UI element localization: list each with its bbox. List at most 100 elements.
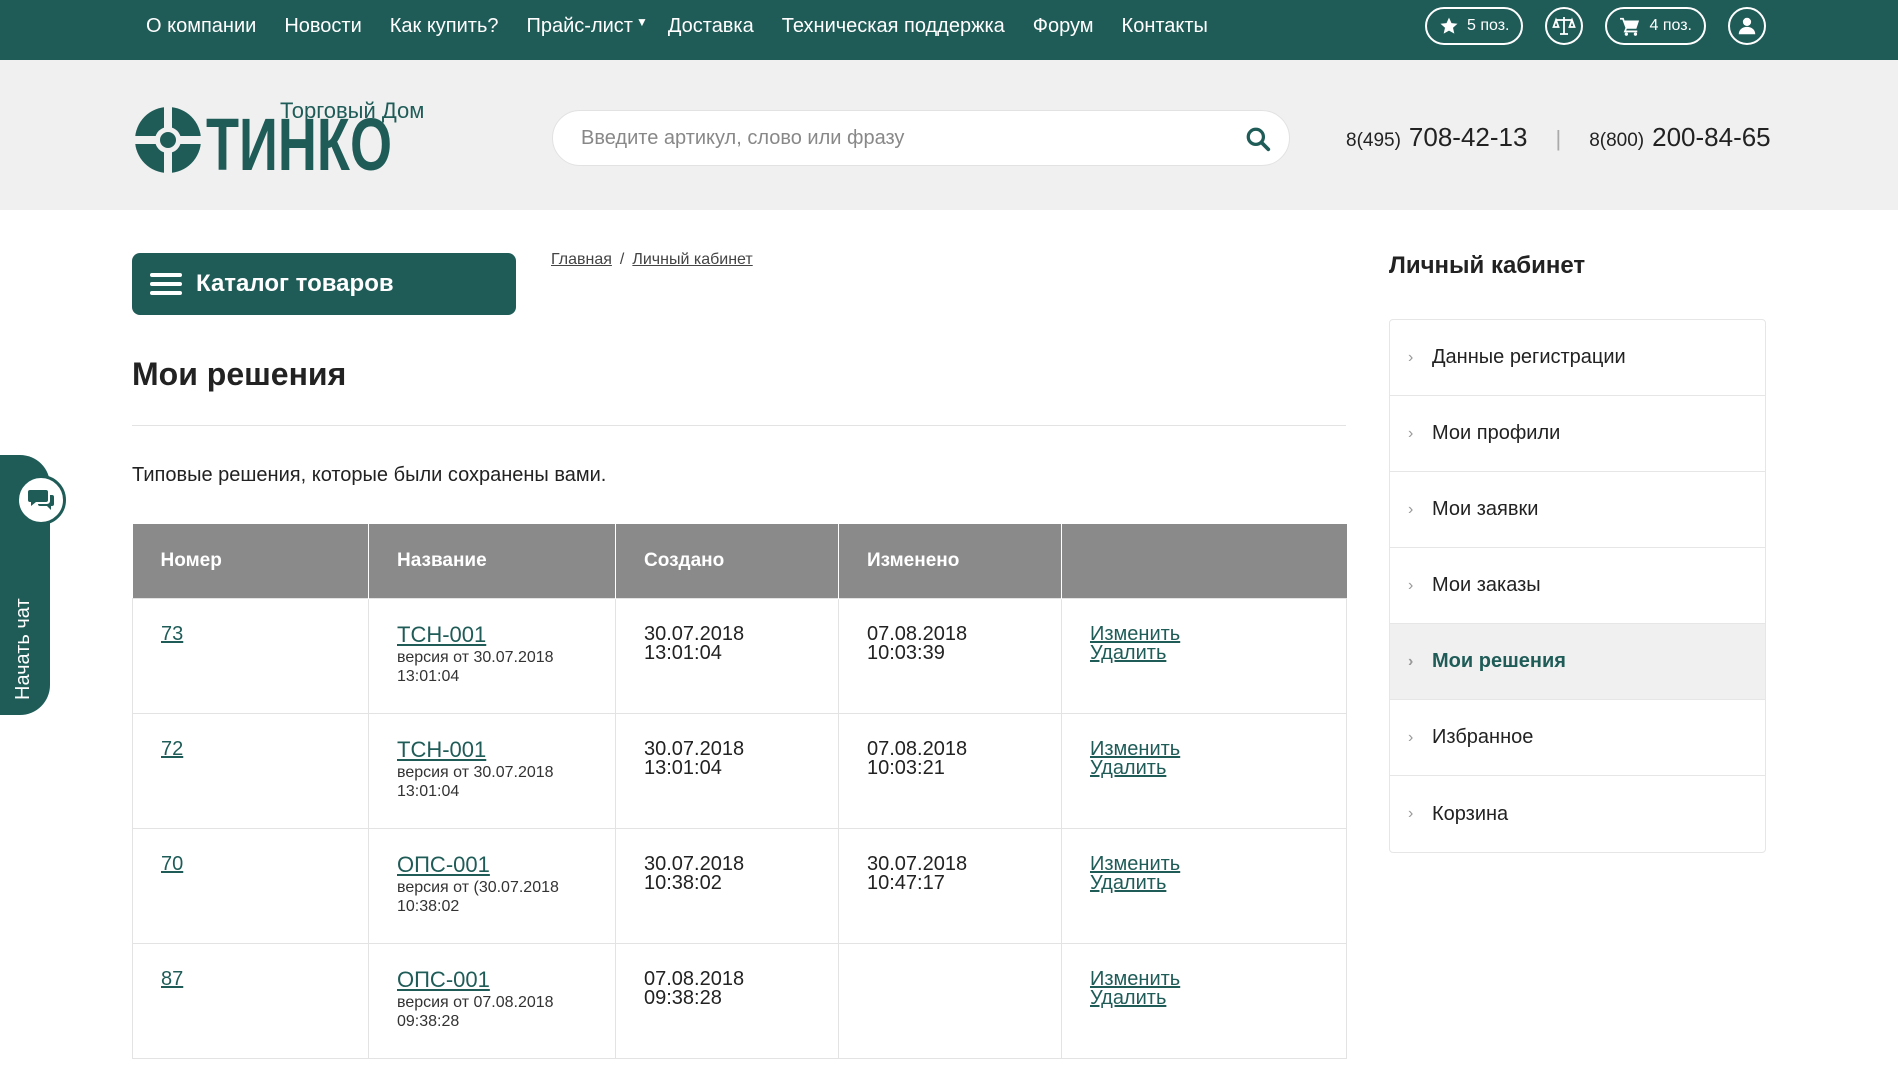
- chevron-right-icon: ›: [1408, 652, 1414, 670]
- cell-created: 07.08.2018 09:38:28: [615, 942, 839, 1059]
- cell-name: ОПС-001 версия от 07.08.2018 09:38:28: [368, 942, 616, 1059]
- delete-link[interactable]: Удалить: [1090, 873, 1346, 893]
- modified-time: 10:03:21: [867, 756, 945, 779]
- catalog-button[interactable]: Каталог товаров: [132, 253, 516, 315]
- page-title: Мои решения: [132, 356, 347, 392]
- solution-number-link[interactable]: 72: [161, 738, 183, 760]
- phone2-number[interactable]: 200-84-65: [1652, 122, 1771, 153]
- sidebar-item-cart[interactable]: › Корзина: [1390, 776, 1765, 852]
- search-button[interactable]: [1243, 124, 1273, 154]
- delete-link[interactable]: Удалить: [1090, 758, 1346, 778]
- cell-created: 30.07.2018 13:01:04: [615, 712, 839, 829]
- edit-link[interactable]: Изменить: [1090, 969, 1346, 989]
- favorites-count: 5 поз.: [1466, 17, 1510, 34]
- version-text: версия от 30.07.2018: [397, 763, 554, 781]
- version-text: версия от 30.07.2018: [397, 648, 554, 666]
- edit-link[interactable]: Изменить: [1090, 739, 1346, 759]
- top-nav: О компании Новости Как купить? Прайс-лис…: [146, 0, 1236, 52]
- edit-link[interactable]: Изменить: [1090, 624, 1346, 644]
- chevron-right-icon: ›: [1408, 576, 1414, 594]
- top-bar: О компании Новости Как купить? Прайс-лис…: [0, 0, 1898, 60]
- sidebar-item-label: Данные регистрации: [1432, 346, 1626, 368]
- sidebar-item-favorites[interactable]: › Избранное: [1390, 700, 1765, 776]
- col-created-header: Создано: [615, 524, 839, 598]
- nav-about[interactable]: О компании: [146, 15, 256, 38]
- cart-count: 4 поз.: [1649, 17, 1692, 34]
- col-modified-header: Изменено: [838, 524, 1062, 598]
- site-header: ТИНКО Торговый Дом 8(495) 708-42-13 | 8(…: [0, 60, 1898, 210]
- logo-subtitle: Торговый Дом: [280, 98, 425, 123]
- solution-name-link[interactable]: ОПС-001: [397, 968, 490, 990]
- chevron-right-icon: ›: [1408, 728, 1414, 746]
- phone1-number[interactable]: 708-42-13: [1409, 122, 1528, 153]
- solution-number-link[interactable]: 73: [161, 623, 183, 645]
- cell-modified: 07.08.2018 10:03:21: [838, 712, 1062, 829]
- favorites-button[interactable]: 5 поз.: [1424, 7, 1524, 45]
- solution-name-link[interactable]: ТСН-001: [397, 738, 486, 760]
- table-row: 70 ОПС-001 версия от (30.07.2018 10:38:0…: [132, 827, 1347, 944]
- sidebar-item-requests[interactable]: › Мои заявки: [1390, 472, 1765, 548]
- sidebar-item-profiles[interactable]: › Мои профили: [1390, 396, 1765, 472]
- logo[interactable]: ТИНКО Торговый Дом: [132, 98, 432, 178]
- cell-name: ОПС-001 версия от (30.07.2018 10:38:02: [368, 827, 616, 944]
- compare-button[interactable]: [1545, 7, 1584, 45]
- phones: 8(495) 708-42-13 | 8(800) 200-84-65: [1346, 122, 1771, 153]
- phone1-code: 8(495): [1346, 130, 1401, 151]
- breadcrumb-home[interactable]: Главная: [551, 251, 612, 269]
- user-icon: [1738, 17, 1756, 35]
- cell-number: 72: [132, 712, 369, 829]
- solution-name-link[interactable]: ОПС-001: [397, 853, 490, 875]
- version-time: 13:01:04: [397, 782, 460, 800]
- search-input[interactable]: [581, 111, 1221, 165]
- sidebar-item-label: Мои решения: [1432, 650, 1566, 672]
- phone2-code: 8(800): [1589, 130, 1645, 151]
- nav-contacts[interactable]: Контакты: [1122, 15, 1208, 38]
- nav-support[interactable]: Техническая поддержка: [782, 15, 1005, 38]
- star-icon: [1440, 17, 1458, 34]
- nav-price-list[interactable]: Прайс-лист ▼: [527, 15, 648, 38]
- cell-actions: Изменить Удалить: [1061, 942, 1347, 1059]
- delete-link[interactable]: Удалить: [1090, 643, 1346, 663]
- search-icon: [1246, 127, 1271, 152]
- modified-date: 07.08.2018: [867, 622, 968, 645]
- delete-link[interactable]: Удалить: [1090, 988, 1346, 1008]
- created-date: 07.08.2018: [644, 967, 745, 990]
- top-actions: 5 поз. 4 поз.: [1403, 7, 1766, 45]
- cell-actions: Изменить Удалить: [1061, 827, 1347, 944]
- account-button[interactable]: [1728, 7, 1766, 45]
- nav-how-to-buy[interactable]: Как купить?: [390, 15, 499, 38]
- chat-icon: [16, 475, 66, 525]
- col-number-header: Номер: [132, 524, 369, 598]
- breadcrumb-separator: /: [619, 251, 625, 268]
- cell-created: 30.07.2018 13:01:04: [615, 597, 839, 714]
- breadcrumb: Главная / Личный кабинет: [551, 251, 753, 269]
- sidebar-menu: › Данные регистрации › Мои профили › Мои за…: [1389, 319, 1766, 853]
- solution-number-link[interactable]: 87: [161, 968, 183, 990]
- sidebar-item-solutions[interactable]: › Мои решения: [1390, 624, 1765, 700]
- created-date: 30.07.2018: [644, 852, 745, 875]
- table-row: 72 ТСН-001 версия от 30.07.2018 13:01:04…: [132, 712, 1347, 829]
- solution-name-link[interactable]: ТСН-001: [397, 623, 486, 645]
- solution-number-link[interactable]: 70: [161, 853, 183, 875]
- edit-link[interactable]: Изменить: [1090, 854, 1346, 874]
- version-time: 10:38:02: [397, 897, 460, 915]
- search-box: [552, 110, 1290, 166]
- sidebar-item-label: Мои заявки: [1432, 498, 1539, 520]
- sidebar-item-registration[interactable]: › Данные регистрации: [1390, 320, 1765, 396]
- nav-forum[interactable]: Форум: [1033, 15, 1094, 38]
- caret-down-icon: ▼: [635, 15, 648, 29]
- nav-news[interactable]: Новости: [284, 15, 361, 38]
- version-text: версия от 07.08.2018: [397, 993, 554, 1011]
- cart-button[interactable]: 4 поз.: [1605, 7, 1706, 45]
- sidebar-item-orders[interactable]: › Мои заказы: [1390, 548, 1765, 624]
- phone-separator: |: [1555, 126, 1562, 151]
- modified-time: 10:47:17: [867, 871, 945, 894]
- chevron-right-icon: ›: [1408, 500, 1414, 518]
- breadcrumb-account[interactable]: Личный кабинет: [632, 251, 752, 269]
- modified-date: 07.08.2018: [867, 737, 968, 760]
- cell-name: ТСН-001 версия от 30.07.2018 13:01:04: [368, 712, 616, 829]
- version-time: 09:38:28: [397, 1012, 460, 1030]
- cell-actions: Изменить Удалить: [1061, 712, 1347, 829]
- nav-delivery[interactable]: Доставка: [668, 15, 754, 38]
- chat-tab[interactable]: Начать чат: [0, 455, 66, 715]
